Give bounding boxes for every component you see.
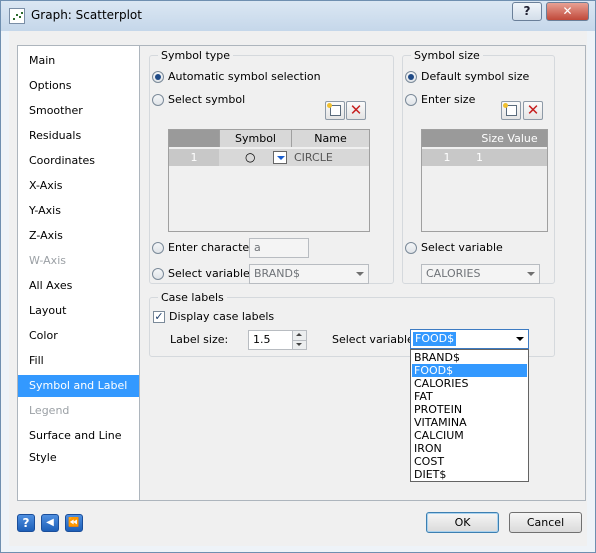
symbol-cell[interactable]: ○ bbox=[219, 149, 291, 166]
add-size-row-button[interactable] bbox=[501, 101, 521, 120]
help-icon[interactable]: ? bbox=[17, 514, 35, 532]
symbol-variable-value: BRAND$ bbox=[254, 267, 300, 280]
nav-item-main[interactable]: Main bbox=[22, 50, 140, 72]
dropdown-option[interactable]: CALORIES bbox=[412, 377, 527, 390]
size-variable-combo[interactable]: CALORIES bbox=[421, 264, 540, 284]
symbol-table-corner bbox=[169, 130, 219, 147]
nav-item-z-axis[interactable]: Z-Axis bbox=[22, 225, 140, 247]
dropdown-option[interactable]: CALCIUM bbox=[412, 429, 527, 442]
case-variable-combo[interactable]: FOOD$ bbox=[410, 329, 529, 349]
symbol-size-title: Symbol size bbox=[411, 49, 483, 62]
chevron-down-icon bbox=[516, 337, 524, 341]
label-size-value: 1.5 bbox=[253, 333, 271, 346]
size-variable-value: CALORIES bbox=[426, 267, 481, 280]
label-size-label: Label size: bbox=[170, 333, 229, 346]
display-case-labels-label: Display case labels bbox=[169, 310, 275, 323]
symbol-type-group: Symbol type Automatic symbol selection S… bbox=[149, 49, 394, 284]
nav-item-symbol-and-label[interactable]: Symbol and Label bbox=[18, 375, 141, 397]
dropdown-option[interactable]: DIET$ bbox=[412, 468, 527, 481]
chevron-down-icon bbox=[356, 272, 364, 276]
auto-symbol-label: Automatic symbol selection bbox=[168, 70, 321, 83]
stepper-down-icon[interactable] bbox=[292, 340, 306, 349]
select-variable-label: Select variable bbox=[168, 267, 250, 280]
star-icon bbox=[327, 103, 332, 108]
nav-item-legend: Legend bbox=[29, 404, 70, 417]
enter-size-label: Enter size bbox=[421, 93, 476, 106]
star-icon bbox=[503, 103, 508, 108]
size-table: Size Value 1 1 bbox=[421, 129, 548, 232]
nav-item-color[interactable]: Color bbox=[22, 325, 140, 347]
nav-item-layout[interactable]: Layout bbox=[22, 300, 140, 322]
default-size-radio[interactable] bbox=[405, 71, 417, 83]
symbol-size-group: Symbol size Default symbol size Enter si… bbox=[402, 49, 555, 284]
dropdown-option[interactable]: BRAND$ bbox=[412, 351, 527, 364]
title-bar: Graph: Scatterplot ? ✕ bbox=[1, 1, 595, 31]
close-button[interactable]: ✕ bbox=[546, 2, 589, 21]
symbol-table: Symbol Name 1 ○ CIRCLE bbox=[168, 129, 370, 232]
dropdown-option[interactable]: FOOD$ bbox=[412, 364, 527, 377]
ok-button[interactable]: OK bbox=[426, 512, 499, 533]
dropdown-option[interactable]: FAT bbox=[412, 390, 527, 403]
nav-item-fill[interactable]: Fill bbox=[22, 350, 140, 372]
nav-item-w-axis: W-Axis bbox=[29, 254, 66, 267]
enter-character-label: Enter character bbox=[168, 241, 254, 254]
display-case-labels-checkbox[interactable]: ✓ bbox=[153, 311, 165, 323]
enter-character-radio[interactable] bbox=[152, 242, 164, 254]
nav-item-smoother[interactable]: Smoother bbox=[22, 100, 140, 122]
dropdown-option[interactable]: COST bbox=[412, 455, 527, 468]
auto-symbol-radio[interactable] bbox=[152, 71, 164, 83]
size-variable-label: Select variable bbox=[421, 241, 503, 254]
size-row-index: 1 bbox=[422, 149, 472, 166]
size-col-header: Size Value bbox=[472, 130, 547, 147]
nav-item-all-axes[interactable]: All Axes bbox=[22, 275, 140, 297]
add-row-button[interactable] bbox=[325, 101, 345, 120]
size-table-corner bbox=[422, 130, 472, 147]
scatterplot-icon bbox=[9, 8, 25, 24]
help-title-button[interactable]: ? bbox=[512, 2, 542, 21]
symbol-row-index: 1 bbox=[169, 149, 219, 166]
cancel-button[interactable]: Cancel bbox=[509, 512, 582, 533]
default-size-label: Default symbol size bbox=[421, 70, 530, 83]
circle-symbol-icon: ○ bbox=[245, 150, 256, 164]
case-variable-dropdown: BRAND$ FOOD$ CALORIES FAT PROTEIN VITAMI… bbox=[410, 349, 529, 482]
symbol-col-header: Symbol bbox=[219, 130, 291, 147]
character-input[interactable]: a bbox=[249, 238, 309, 258]
stepper-up-icon[interactable] bbox=[292, 331, 306, 340]
symbol-dropdown-button[interactable] bbox=[273, 151, 287, 164]
dropdown-option[interactable]: PROTEIN bbox=[412, 403, 527, 416]
symbol-variable-combo[interactable]: BRAND$ bbox=[249, 264, 369, 284]
chevron-down-icon bbox=[277, 156, 285, 160]
case-variable-value: FOOD$ bbox=[413, 332, 457, 346]
nav-item-options[interactable]: Options bbox=[22, 75, 140, 97]
select-variable-radio[interactable] bbox=[152, 268, 164, 280]
case-variable-label: Select variable: bbox=[332, 333, 418, 346]
back-icon[interactable]: ◀ bbox=[41, 514, 59, 532]
symbol-type-title: Symbol type bbox=[158, 49, 234, 62]
symbol-name-cell[interactable]: CIRCLE bbox=[291, 149, 369, 166]
select-symbol-radio[interactable] bbox=[152, 94, 164, 106]
nav-list: Main Options Smoother Residuals Coordina… bbox=[17, 45, 141, 501]
nav-item-surface-and-line-style[interactable]: Surface and Line Style bbox=[22, 425, 140, 464]
select-symbol-label: Select symbol bbox=[168, 93, 246, 106]
label-size-stepper[interactable]: 1.5 bbox=[248, 330, 307, 350]
window-title: Graph: Scatterplot bbox=[31, 8, 142, 22]
nav-item-x-axis[interactable]: X-Axis bbox=[22, 175, 140, 197]
size-value-cell[interactable]: 1 bbox=[472, 149, 547, 166]
dropdown-option[interactable]: VITAMINA bbox=[412, 416, 527, 429]
nav-item-residuals[interactable]: Residuals bbox=[22, 125, 140, 147]
first-page-icon[interactable]: ⏪ bbox=[65, 514, 83, 532]
dialog-window: Graph: Scatterplot ? ✕ Main Options Smoo… bbox=[0, 0, 596, 553]
delete-size-row-button[interactable]: ✕ bbox=[523, 101, 543, 120]
dropdown-option[interactable]: IRON bbox=[412, 442, 527, 455]
nav-item-coordinates[interactable]: Coordinates bbox=[22, 150, 140, 172]
name-col-header: Name bbox=[291, 130, 369, 147]
enter-size-radio[interactable] bbox=[405, 94, 417, 106]
size-variable-radio[interactable] bbox=[405, 242, 417, 254]
chevron-down-icon bbox=[527, 272, 535, 276]
delete-row-button[interactable]: ✕ bbox=[346, 101, 366, 120]
case-labels-title: Case labels bbox=[158, 291, 227, 304]
nav-item-y-axis[interactable]: Y-Axis bbox=[22, 200, 140, 222]
